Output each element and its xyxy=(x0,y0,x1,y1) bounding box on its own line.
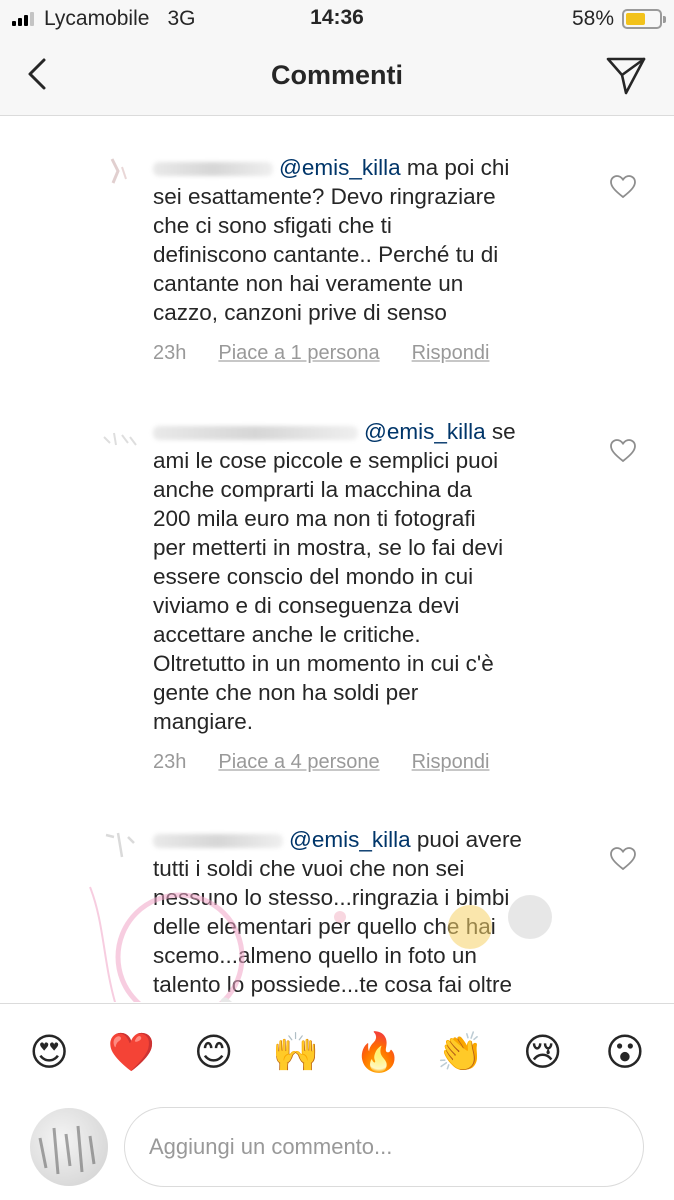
avatar xyxy=(105,832,135,858)
username-redacted xyxy=(153,426,358,441)
comment-input[interactable] xyxy=(124,1107,644,1187)
mention-link[interactable]: @emis_killa xyxy=(289,827,411,852)
paper-plane-icon xyxy=(606,57,646,95)
comments-list[interactable]: @emis_killa ma poi chi sei esattamente? … xyxy=(0,117,674,1002)
profile-picture-icon xyxy=(38,1125,96,1175)
comment-time: 23h xyxy=(153,751,187,773)
reply-button[interactable]: Rispondi xyxy=(412,342,490,365)
reply-button[interactable]: Rispondi xyxy=(412,751,490,774)
comment-meta: 23h Piace a 1 persona Rispondi xyxy=(153,342,521,365)
emoji-reaction-bar: 😍 ❤️ 😊 🙌 🔥 👏 😢 😮 xyxy=(0,1003,674,1100)
mention-link[interactable]: @emis_killa xyxy=(279,155,401,180)
comment-meta: 23h Piace a 4 persone Rispondi xyxy=(153,751,521,774)
avatar xyxy=(103,432,137,446)
username-redacted xyxy=(153,162,273,177)
mention-link[interactable]: @emis_killa xyxy=(364,419,486,444)
username-redacted xyxy=(153,834,283,849)
like-heart-icon[interactable] xyxy=(610,847,636,871)
status-bar: Lycamobile 3G 14:36 58% xyxy=(0,0,674,38)
comment-text: @emis_killa se ami le cose piccole e sem… xyxy=(153,419,516,734)
battery-fill xyxy=(626,13,645,25)
battery-percent: 58% xyxy=(571,7,614,30)
crying-emoji-button[interactable]: 😢 xyxy=(513,1022,573,1082)
comment-text: @emis_killa puoi avere tutti i soldi che… xyxy=(153,827,522,997)
avatar xyxy=(30,1108,108,1186)
battery-icon xyxy=(622,9,666,29)
surprised-emoji-button[interactable]: 😮 xyxy=(595,1022,655,1082)
nav-bar: Commenti xyxy=(0,38,674,116)
red-heart-emoji-button[interactable]: ❤️ xyxy=(101,1022,161,1082)
smile-emoji-button[interactable]: 😊 xyxy=(184,1022,244,1082)
comment-time: 23h xyxy=(153,342,187,364)
comment-input-bar xyxy=(0,1100,674,1200)
likes-link[interactable]: Piace a 1 persona xyxy=(218,342,379,365)
comment-text: @emis_killa ma poi chi sei esattamente? … xyxy=(153,155,510,325)
status-right: 58% xyxy=(571,6,666,32)
raised-hands-emoji-button[interactable]: 🙌 xyxy=(266,1022,326,1082)
share-button[interactable] xyxy=(604,53,648,97)
likes-link[interactable]: Piace a 4 persone xyxy=(218,751,379,774)
page-title: Commenti xyxy=(270,60,403,90)
fire-emoji-button[interactable]: 🔥 xyxy=(348,1022,408,1082)
avatar xyxy=(110,158,127,184)
like-heart-icon[interactable] xyxy=(610,175,636,199)
clap-emoji-button[interactable]: 👏 xyxy=(430,1022,490,1082)
heart-eyes-emoji-button[interactable]: 😍 xyxy=(19,1022,79,1082)
like-heart-icon[interactable] xyxy=(610,439,636,463)
